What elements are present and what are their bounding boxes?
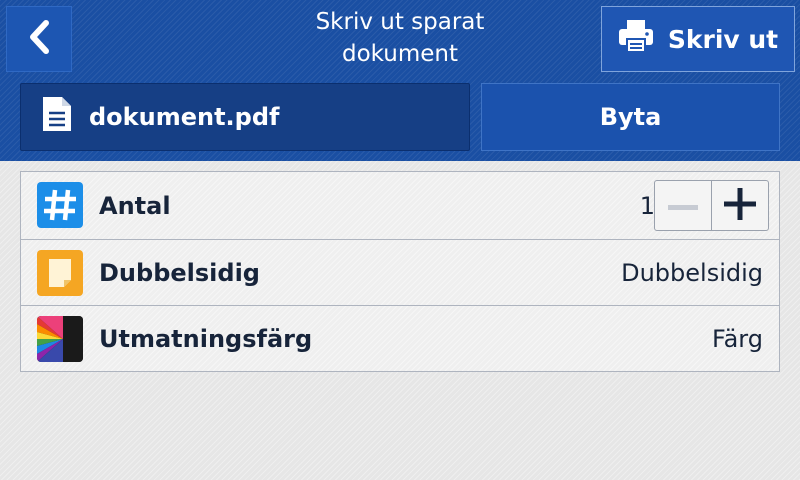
- document-icon: [41, 95, 73, 139]
- page-title-line2: dokument: [341, 41, 458, 67]
- decrement-button[interactable]: [655, 181, 711, 230]
- quantity-label: Antal: [99, 191, 171, 220]
- page-duplex-icon: [37, 250, 83, 296]
- output-color-value: Färg: [712, 324, 763, 353]
- increment-button[interactable]: [711, 181, 768, 230]
- duplex-value: Dubbelsidig: [621, 258, 763, 287]
- document-file-name: dokument.pdf: [89, 103, 280, 131]
- minus-icon: [668, 196, 698, 215]
- hash-icon: [37, 182, 83, 228]
- page-title: Skriv ut sparat dokument: [250, 6, 550, 70]
- print-settings-list: Antal 1 Dubbelsidig Dubbelsidig Utmatnin…: [20, 171, 780, 372]
- print-button[interactable]: Skriv ut: [601, 6, 795, 72]
- duplex-label: Dubbelsidig: [99, 258, 260, 287]
- output-color-label: Utmatningsfärg: [99, 324, 313, 353]
- page-title-line1: Skriv ut sparat: [315, 9, 485, 35]
- setting-row-duplex[interactable]: Dubbelsidig Dubbelsidig: [21, 239, 779, 305]
- change-document-button[interactable]: Byta: [481, 83, 780, 151]
- print-button-label: Skriv ut: [667, 24, 779, 54]
- plus-icon: [724, 187, 756, 224]
- quantity-value: 1: [639, 191, 655, 220]
- change-button-label: Byta: [599, 103, 662, 131]
- setting-row-quantity: Antal 1: [21, 172, 779, 239]
- printer-icon: [618, 19, 654, 59]
- header-bar: Skriv ut sparat dokument Skriv ut dokume…: [0, 0, 800, 161]
- chevron-left-icon: [24, 17, 54, 61]
- back-button[interactable]: [6, 6, 72, 72]
- color-output-icon: [37, 316, 83, 362]
- setting-row-output-color[interactable]: Utmatningsfärg Färg: [21, 305, 779, 371]
- quantity-stepper: [654, 180, 769, 231]
- document-selector[interactable]: dokument.pdf: [20, 83, 470, 151]
